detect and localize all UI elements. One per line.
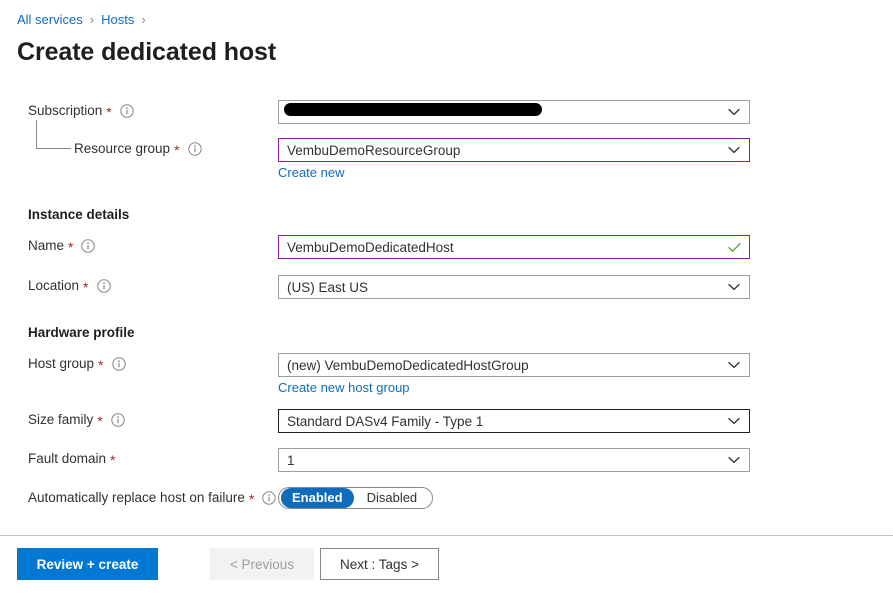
breadcrumb-separator-icon: › <box>89 12 95 27</box>
chevron-down-icon-location <box>723 283 745 291</box>
label-location: Location * <box>28 277 111 295</box>
label-auto-replace-host-text: Automatically replace host on failure <box>28 490 245 505</box>
host-group-value: (new) VembuDemoDedicatedHostGroup <box>287 357 529 373</box>
info-icon-resource-group[interactable] <box>187 142 202 156</box>
label-resource-group-text: Resource group <box>74 141 171 156</box>
resource-group-dropdown[interactable]: VembuDemoResourceGroup <box>278 138 750 162</box>
create-new-resource-group-link[interactable]: Create new <box>278 165 344 181</box>
location-dropdown[interactable]: (US) East US <box>278 275 750 299</box>
breadcrumb-separator-icon-2: › <box>141 12 146 27</box>
required-asterisk-host-group: * <box>98 357 104 373</box>
required-asterisk-name: * <box>68 239 74 255</box>
required-asterisk-fault-domain: * <box>110 452 116 468</box>
label-fault-domain: Fault domain * <box>28 450 116 468</box>
auto-replace-host-toggle[interactable]: Enabled Disabled <box>278 487 434 509</box>
chevron-down-icon-fault-domain <box>723 456 745 464</box>
label-subscription-text: Subscription <box>28 103 103 118</box>
info-icon-auto-replace-host[interactable] <box>262 491 277 505</box>
toggle-option-enabled[interactable]: Enabled <box>281 488 354 508</box>
name-value: VembuDemoDedicatedHost <box>287 239 454 255</box>
subscription-resource-group-connector <box>36 120 71 149</box>
label-size-family: Size family * <box>28 411 125 429</box>
required-asterisk-size-family: * <box>97 413 103 429</box>
required-asterisk-location: * <box>83 279 89 295</box>
label-size-family-text: Size family <box>28 412 94 427</box>
breadcrumb-link-hosts[interactable]: Hosts <box>101 11 134 29</box>
info-icon-subscription[interactable] <box>120 104 134 118</box>
label-subscription: Subscription * <box>28 102 134 120</box>
subscription-dropdown[interactable] <box>278 100 750 124</box>
previous-button: < Previous <box>210 548 314 580</box>
validation-checkmark-icon-name <box>723 242 745 253</box>
review-create-button[interactable]: Review + create <box>17 548 158 580</box>
resource-group-value: VembuDemoResourceGroup <box>287 142 461 158</box>
label-location-text: Location <box>28 278 80 293</box>
required-asterisk-resource-group: * <box>174 142 180 158</box>
fault-domain-dropdown[interactable]: 1 <box>278 448 750 472</box>
label-name: Name * <box>28 237 96 255</box>
create-new-host-group-link[interactable]: Create new host group <box>278 380 410 396</box>
info-icon-location[interactable] <box>96 279 111 293</box>
host-group-dropdown[interactable]: (new) VembuDemoDedicatedHostGroup <box>278 353 750 377</box>
toggle-option-disabled[interactable]: Disabled <box>356 488 429 508</box>
next-tags-button[interactable]: Next : Tags > <box>320 548 439 580</box>
label-host-group: Host group * <box>28 355 126 373</box>
fault-domain-value: 1 <box>287 452 295 468</box>
label-auto-replace-host: Automatically replace host on failure * <box>28 489 277 507</box>
footer-divider <box>0 535 893 536</box>
section-heading-instance-details: Instance details <box>28 207 130 222</box>
chevron-down-icon-size-family <box>723 417 745 425</box>
create-dedicated-host-form: Subscription * Resource group * VembuDem… <box>0 90 893 535</box>
name-input[interactable]: VembuDemoDedicatedHost <box>278 235 750 259</box>
section-heading-hardware-profile: Hardware profile <box>28 325 135 340</box>
page-title: Create dedicated host <box>17 38 277 66</box>
label-host-group-text: Host group <box>28 356 95 371</box>
breadcrumb: All services › Hosts › <box>17 11 153 29</box>
location-value: (US) East US <box>287 279 369 295</box>
info-icon-host-group[interactable] <box>111 357 126 371</box>
chevron-down-icon-host-group <box>723 361 745 369</box>
size-family-value: Standard DASv4 Family - Type 1 <box>287 413 484 429</box>
label-resource-group: Resource group * <box>74 140 202 158</box>
label-fault-domain-text: Fault domain <box>28 451 107 466</box>
info-icon-name[interactable] <box>81 239 96 253</box>
size-family-dropdown[interactable]: Standard DASv4 Family - Type 1 <box>278 409 750 433</box>
chevron-down-icon-resource-group <box>723 146 745 154</box>
required-asterisk-subscription: * <box>106 104 112 120</box>
chevron-down-icon-subscription <box>723 108 745 116</box>
label-name-text: Name <box>28 238 65 253</box>
wizard-footer: Review + create < Previous Next : Tags > <box>0 548 893 580</box>
info-icon-size-family[interactable] <box>111 413 125 427</box>
breadcrumb-link-all-services[interactable]: All services <box>17 11 83 29</box>
required-asterisk-auto-replace-host: * <box>248 491 255 507</box>
